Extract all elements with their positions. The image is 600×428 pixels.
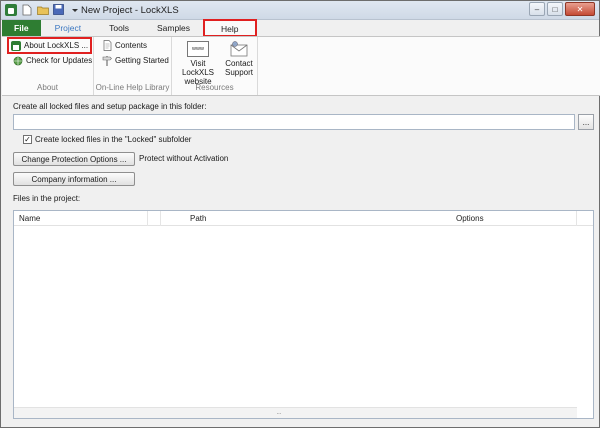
- quick-access-toolbar: [4, 3, 81, 16]
- horizontal-scrollbar[interactable]: ...: [14, 407, 577, 418]
- open-folder-icon[interactable]: [36, 3, 49, 16]
- files-label: Files in the project:: [13, 194, 81, 203]
- browse-folder-button[interactable]: ...: [578, 114, 594, 130]
- getting-started-label: Getting Started: [115, 56, 169, 65]
- column-header-path[interactable]: Path: [190, 214, 206, 223]
- close-button[interactable]: ✕: [565, 2, 595, 16]
- tab-project[interactable]: Project: [41, 20, 95, 36]
- column-divider[interactable]: [147, 211, 148, 226]
- minimize-button[interactable]: –: [529, 2, 545, 16]
- resources-group: www Visit LockXLS website Contact Suppor…: [172, 37, 258, 95]
- about-group-label: About: [37, 83, 58, 92]
- tab-tools[interactable]: Tools: [95, 20, 143, 36]
- help-library-group: Contents Getting Started On-Line Help Li…: [94, 37, 172, 95]
- files-table[interactable]: Name Path Options ...: [13, 210, 594, 419]
- column-header-options[interactable]: Options: [456, 214, 484, 223]
- title-bar: New Project - LockXLS – □ ✕: [1, 1, 599, 20]
- tab-help[interactable]: Help: [203, 19, 257, 37]
- app-icon[interactable]: [4, 3, 17, 16]
- locked-subfolder-label: Create locked files in the "Locked" subf…: [35, 135, 192, 144]
- files-table-header: Name Path Options: [14, 211, 593, 226]
- protection-status-text: Protect without Activation: [139, 154, 229, 163]
- new-file-icon[interactable]: [20, 3, 33, 16]
- scrollbar-grip[interactable]: ...: [269, 410, 289, 416]
- window-controls: – □ ✕: [529, 2, 595, 16]
- locked-subfolder-checkbox[interactable]: ✓: [23, 135, 32, 144]
- about-lockxls-label: About LockXLS ...: [24, 41, 89, 50]
- output-folder-input[interactable]: [13, 114, 575, 130]
- check-updates-label: Check for Updates: [26, 56, 93, 65]
- folder-label: Create all locked files and setup packag…: [13, 102, 207, 111]
- change-protection-button[interactable]: Change Protection Options ...: [13, 152, 135, 166]
- tab-file[interactable]: File: [2, 20, 41, 36]
- check-updates-button[interactable]: Check for Updates: [11, 54, 94, 67]
- ribbon-panel: About LockXLS ... Check for Updates Abou…: [2, 36, 600, 96]
- maximize-button[interactable]: □: [547, 2, 563, 16]
- help-library-group-label: On-Line Help Library: [95, 83, 170, 92]
- resources-group-label: Resources: [195, 83, 234, 92]
- about-group: About LockXLS ... Check for Updates Abou…: [2, 37, 94, 95]
- visit-website-label-1: Visit LockXLS: [181, 59, 215, 77]
- visit-website-button[interactable]: www Visit LockXLS website: [176, 41, 220, 86]
- contents-label: Contents: [115, 41, 148, 50]
- column-header-name[interactable]: Name: [19, 214, 40, 223]
- contact-support-label-1: Contact: [225, 59, 253, 68]
- globe-icon: [13, 56, 23, 66]
- app-window: New Project - LockXLS – □ ✕ File Project…: [0, 0, 600, 428]
- dropdown-icon[interactable]: [68, 3, 81, 16]
- about-lockxls-button[interactable]: About LockXLS ...: [6, 37, 93, 54]
- support-icon: [229, 41, 249, 57]
- save-icon[interactable]: [52, 3, 65, 16]
- column-divider[interactable]: [576, 211, 577, 226]
- getting-started-button[interactable]: Getting Started: [100, 54, 171, 67]
- lock-icon: [11, 40, 21, 51]
- contact-support-button[interactable]: Contact Support: [222, 41, 256, 77]
- ribbon-tabs: File Project Tools Samples Help: [2, 19, 600, 37]
- column-divider[interactable]: [160, 211, 161, 226]
- contents-button[interactable]: Contents: [100, 39, 149, 52]
- tab-samples[interactable]: Samples: [143, 20, 204, 36]
- www-icon: www: [187, 41, 209, 57]
- contact-support-label-2: Support: [224, 68, 254, 77]
- company-info-button[interactable]: Company information ...: [13, 172, 135, 186]
- signpost-icon: [102, 56, 112, 66]
- window-title: New Project - LockXLS: [81, 5, 179, 16]
- document-icon: [102, 40, 112, 51]
